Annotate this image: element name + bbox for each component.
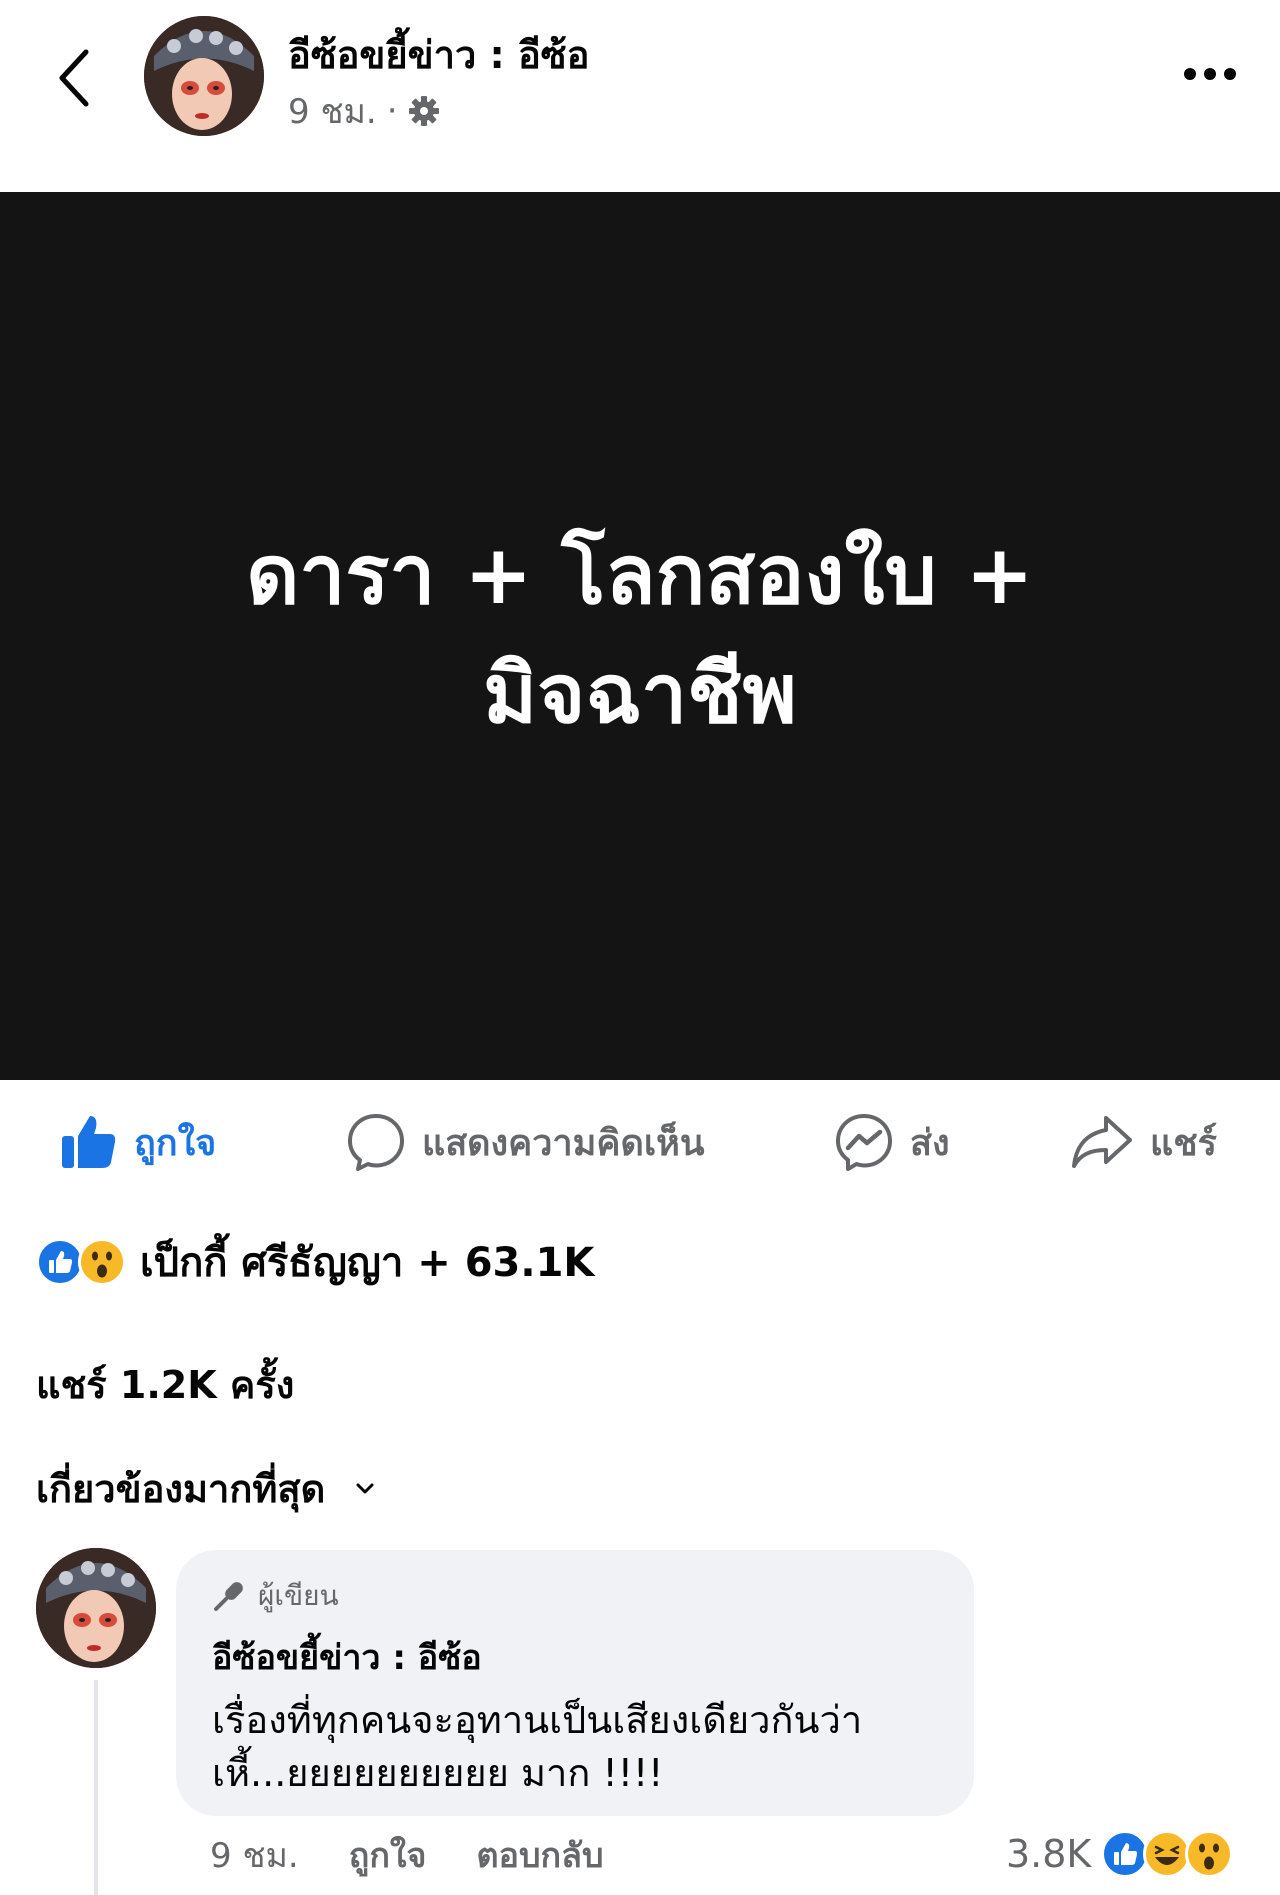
chevron-left-icon	[59, 49, 89, 107]
comment-label: แสดงความคิดเห็น	[422, 1122, 705, 1164]
comment-button[interactable]: แสดงความคิดเห็น	[346, 1100, 704, 1184]
thread-line	[94, 1680, 98, 1895]
post-image-text-line2: มิจฉาชีพ	[483, 647, 797, 742]
dot-icon	[1224, 68, 1236, 80]
comment-like-button[interactable]: ถูกใจ	[349, 1828, 427, 1882]
dot-icon	[1204, 68, 1216, 80]
reactions-summary[interactable]: เป็กกี้ ศรีธัญญา + 63.1K	[36, 1232, 594, 1292]
comment-sort-dropdown[interactable]: เกี่ยวข้องมากที่สุด	[36, 1458, 375, 1519]
gear-icon	[408, 96, 439, 126]
post-header: อีซ้อขยี้ข่าว : อีซ้อ 9 ชม. ·	[0, 0, 1280, 190]
share-button[interactable]: แชร์	[1070, 1100, 1217, 1184]
post-action-bar: ถูกใจ แสดงความคิดเห็น ส่ง แชร์	[0, 1100, 1280, 1184]
like-icon	[1101, 1830, 1150, 1878]
chevron-down-icon	[356, 1483, 374, 1493]
page-name[interactable]: อีซ้อขยี้ข่าว : อีซ้อ	[288, 24, 589, 85]
page-avatar[interactable]	[144, 16, 264, 136]
more-options-button[interactable]	[1170, 52, 1250, 96]
back-button[interactable]	[44, 38, 104, 118]
comment-author[interactable]: อีซ้อขยี้ข่าว : อีซ้อ	[212, 1630, 938, 1684]
like-label: ถูกใจ	[134, 1122, 217, 1164]
comment-reaction-count: 3.8K	[1006, 1832, 1092, 1876]
comment-text: เรื่องที่ทุกคนจะอุทานเป็นเสียงเดียวกันว่…	[212, 1694, 938, 1800]
post-meta: 9 ชม. ·	[288, 84, 440, 138]
comment-text-line1: เรื่องที่ทุกคนจะอุทานเป็นเสียงเดียวกันว่…	[212, 1698, 863, 1742]
author-badge: ผู้เขียน	[212, 1576, 938, 1616]
haha-icon	[1143, 1830, 1192, 1878]
sort-label: เกี่ยวข้องมากที่สุด	[36, 1467, 326, 1511]
like-button[interactable]: ถูกใจ	[58, 1100, 216, 1184]
post-image[interactable]: ดารา + โลกสองใบ + มิจฉาชีพ	[0, 192, 1280, 1080]
post-image-text: ดารา + โลกสองใบ + มิจฉาชีพ	[190, 517, 1090, 755]
share-arrow-icon	[1072, 1116, 1132, 1168]
comment-bubble[interactable]: ผู้เขียน อีซ้อขยี้ข่าว : อีซ้อ เรื่องที่…	[176, 1550, 974, 1816]
wow-icon	[78, 1238, 126, 1286]
messenger-icon	[836, 1114, 892, 1171]
comment-time[interactable]: 9 ชม.	[210, 1828, 299, 1882]
meta-separator: ·	[386, 91, 398, 131]
comment-text-line2: เหี้...ยยยยยยยยยย มาก !!!!	[212, 1751, 664, 1796]
comment-reactions[interactable]: 3.8K	[1006, 1826, 1234, 1882]
comment-footer: 9 ชม. ถูกใจ ตอบกลับ	[210, 1830, 604, 1880]
post-time[interactable]: 9 ชม.	[288, 84, 377, 138]
shares-count[interactable]: แชร์ 1.2K ครั้ง	[36, 1354, 294, 1415]
post-image-text-line1: ดารา + โลกสองใบ +	[246, 528, 1034, 624]
commenter-avatar[interactable]	[36, 1548, 156, 1668]
author-badge-label: ผู้เขียน	[258, 1579, 339, 1612]
share-label: แชร์	[1150, 1122, 1217, 1164]
wow-icon	[1185, 1830, 1234, 1878]
send-button[interactable]: ส่ง	[834, 1100, 950, 1184]
comment-reply-button[interactable]: ตอบกลับ	[476, 1828, 603, 1882]
reactions-text: เป็กกี้ ศรีธัญญา + 63.1K	[140, 1240, 595, 1286]
send-label: ส่ง	[910, 1122, 950, 1164]
thumbs-up-icon	[62, 1116, 116, 1168]
like-icon	[36, 1238, 84, 1286]
comment-icon	[348, 1114, 404, 1171]
microphone-icon	[214, 1582, 243, 1611]
reaction-icons	[36, 1238, 126, 1286]
dot-icon	[1184, 68, 1196, 80]
